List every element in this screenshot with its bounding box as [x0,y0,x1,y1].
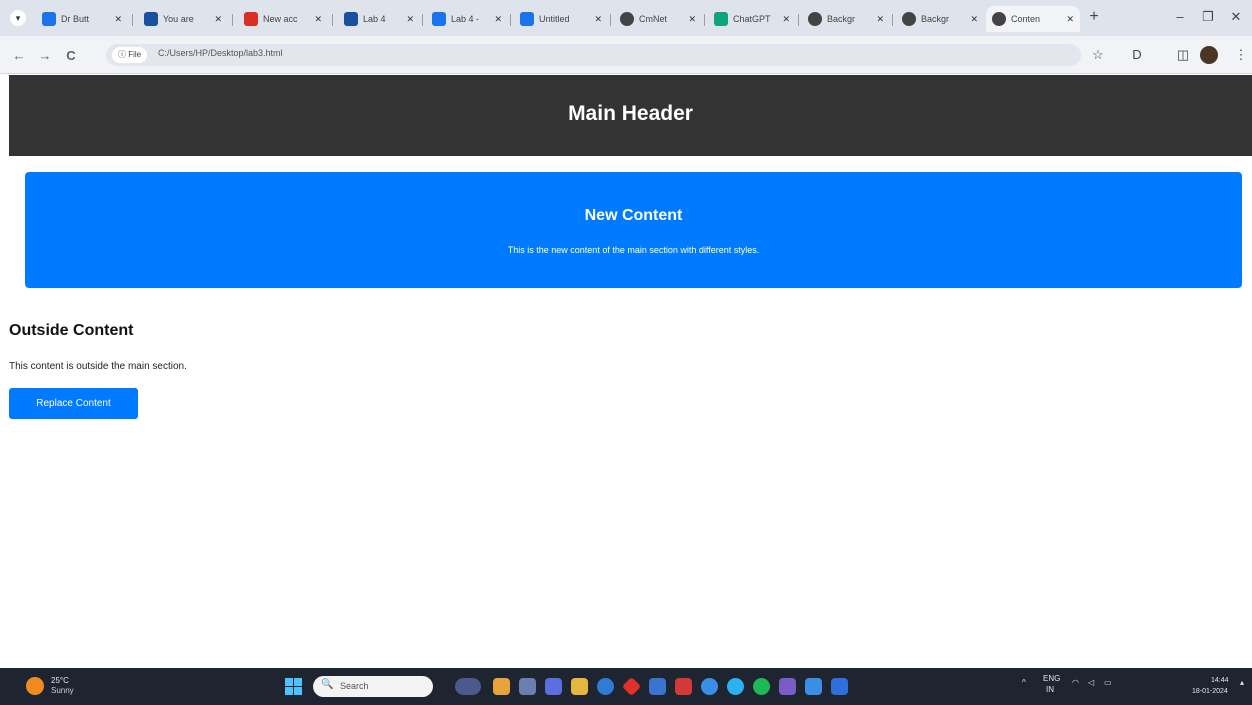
browser-tab-active[interactable]: Conten ✕ [986,6,1080,32]
search-icon: 🔍 [321,679,334,690]
notification-bell-icon[interactable]: ▴ [1240,678,1244,687]
site-info-chip[interactable]: ⓘ File [112,47,148,63]
tab-close-icon[interactable]: ✕ [314,14,322,25]
tab-close-icon[interactable]: ✕ [594,14,602,25]
globe-icon [620,12,634,26]
tab-search-button[interactable]: ▾ [10,10,26,26]
browser-tab[interactable]: You are ✕ [138,6,228,32]
browser-tab[interactable]: New acc ✕ [238,6,328,32]
tab-separator [892,14,893,26]
browser-tab[interactable]: Lab 4 ✕ [338,6,420,32]
globe-icon [902,12,916,26]
tab-separator [704,14,705,26]
globe-icon [808,12,822,26]
tab-favicon-icon [144,12,158,26]
file-explorer-icon[interactable] [571,678,588,695]
tab-separator [798,14,799,26]
new-tab-button[interactable]: + [1084,8,1104,26]
weather-condition: Sunny [51,686,74,695]
widgets-app-icon[interactable] [455,678,481,695]
address-bar[interactable]: ⓘ File C:/Users/HP/Desktop/lab3.html [106,44,1081,66]
tab-favicon-icon [42,12,56,26]
browser-tab[interactable]: CmNet ✕ [614,6,702,32]
tab-separator [510,14,511,26]
browser-tab[interactable]: Lab 4 - ✕ [426,6,508,32]
tab-separator [422,14,423,26]
taskbar-app-icon[interactable] [493,678,510,695]
teams-app-icon[interactable] [545,678,562,695]
tab-close-icon[interactable]: ✕ [406,14,414,25]
replace-content-button[interactable]: Replace Content [9,388,138,419]
taskbar-app-icon[interactable] [675,678,692,695]
forward-icon[interactable]: → [36,47,54,65]
tab-close-icon[interactable]: ✕ [688,14,696,25]
tab-close-icon[interactable]: ✕ [214,14,222,25]
tray-language[interactable]: ENG [1043,674,1060,683]
tab-close-icon[interactable]: ✕ [970,14,978,25]
url-text: C:/Users/HP/Desktop/lab3.html [158,48,283,58]
weather-temperature[interactable]: 25°C [51,676,69,685]
side-panel-icon[interactable]: ◫ [1174,46,1192,64]
tray-region: IN [1046,685,1054,694]
tab-close-icon[interactable]: ✕ [1066,14,1074,25]
chrome-active-app-icon[interactable] [779,678,796,695]
tab-close-icon[interactable]: ✕ [114,14,122,25]
vscode-app-icon[interactable] [805,678,822,695]
browser-tab[interactable]: Untitled ✕ [514,6,608,32]
chatgpt-icon [714,12,728,26]
browser-toolbar: ← → C ⓘ File C:/Users/HP/Desktop/lab3.ht… [0,36,1252,74]
store-app-icon[interactable] [649,678,666,695]
tab-separator [232,14,233,26]
taskbar-clock-date[interactable]: 18-01-2024 [1192,688,1228,695]
bookmark-star-icon[interactable]: ☆ [1089,46,1107,64]
taskbar-app-icon[interactable] [727,678,744,695]
restore-icon[interactable]: ❐ [1196,9,1220,25]
battery-icon[interactable]: ▭ [1104,678,1112,687]
main-section-text: This is the new content of the main sect… [507,245,760,255]
taskbar-app-icon[interactable] [831,678,848,695]
tab-close-icon[interactable]: ✕ [876,14,884,25]
edge-browser-icon[interactable] [597,678,614,695]
main-header: Main Header [9,75,1252,156]
wifi-icon[interactable]: ◠ [1072,678,1079,687]
taskbar-clock-time[interactable]: 14:44 [1211,677,1229,684]
spotify-app-icon[interactable] [753,678,770,695]
chrome-app-icon[interactable] [701,678,718,695]
browser-tab[interactable]: Backgr ✕ [896,6,984,32]
minimize-icon[interactable]: – [1168,9,1192,24]
outside-content-text: This content is outside the main section… [9,361,187,372]
volume-icon[interactable]: ◁ [1088,678,1094,687]
search-placeholder: Search [340,681,369,691]
tab-separator [610,14,611,26]
reload-icon[interactable]: C [62,47,80,65]
main-section: New Content This is the new content of t… [25,172,1242,288]
browser-menu-icon[interactable]: ⋮ [1232,46,1250,64]
tab-separator [132,14,133,26]
gmail-icon [244,12,258,26]
tab-favicon-icon [520,12,534,26]
tray-overflow-icon[interactable]: ^ [1022,678,1026,687]
tab-close-icon[interactable]: ✕ [494,14,502,25]
close-window-icon[interactable]: ✕ [1224,9,1248,25]
profile-avatar[interactable] [1200,46,1218,64]
outside-content-title: Outside Content [9,322,134,339]
browser-tab[interactable]: Backgr ✕ [802,6,890,32]
back-icon[interactable]: ← [10,47,28,65]
taskbar-app-icon[interactable] [519,678,536,695]
tab-separator [332,14,333,26]
globe-icon [992,12,1006,26]
main-section-title: New Content [584,207,683,224]
browser-tab-strip: ▾ Dr Butt ✕ You are ✕ New acc ✕ Lab 4 ✕ … [0,0,1252,36]
taskbar-search-box[interactable]: 🔍 Search [313,676,433,697]
weather-sun-icon[interactable] [26,677,44,695]
main-header-title: Main Header [568,102,693,125]
browser-tab[interactable]: Dr Butt ✕ [36,6,128,32]
tab-favicon-icon [344,12,358,26]
extensions-icon[interactable]: D [1128,46,1146,64]
tab-favicon-icon [432,12,446,26]
browser-tab[interactable]: ChatGPT ✕ [708,6,796,32]
windows-start-icon[interactable] [285,678,302,695]
tab-close-icon[interactable]: ✕ [782,14,790,25]
